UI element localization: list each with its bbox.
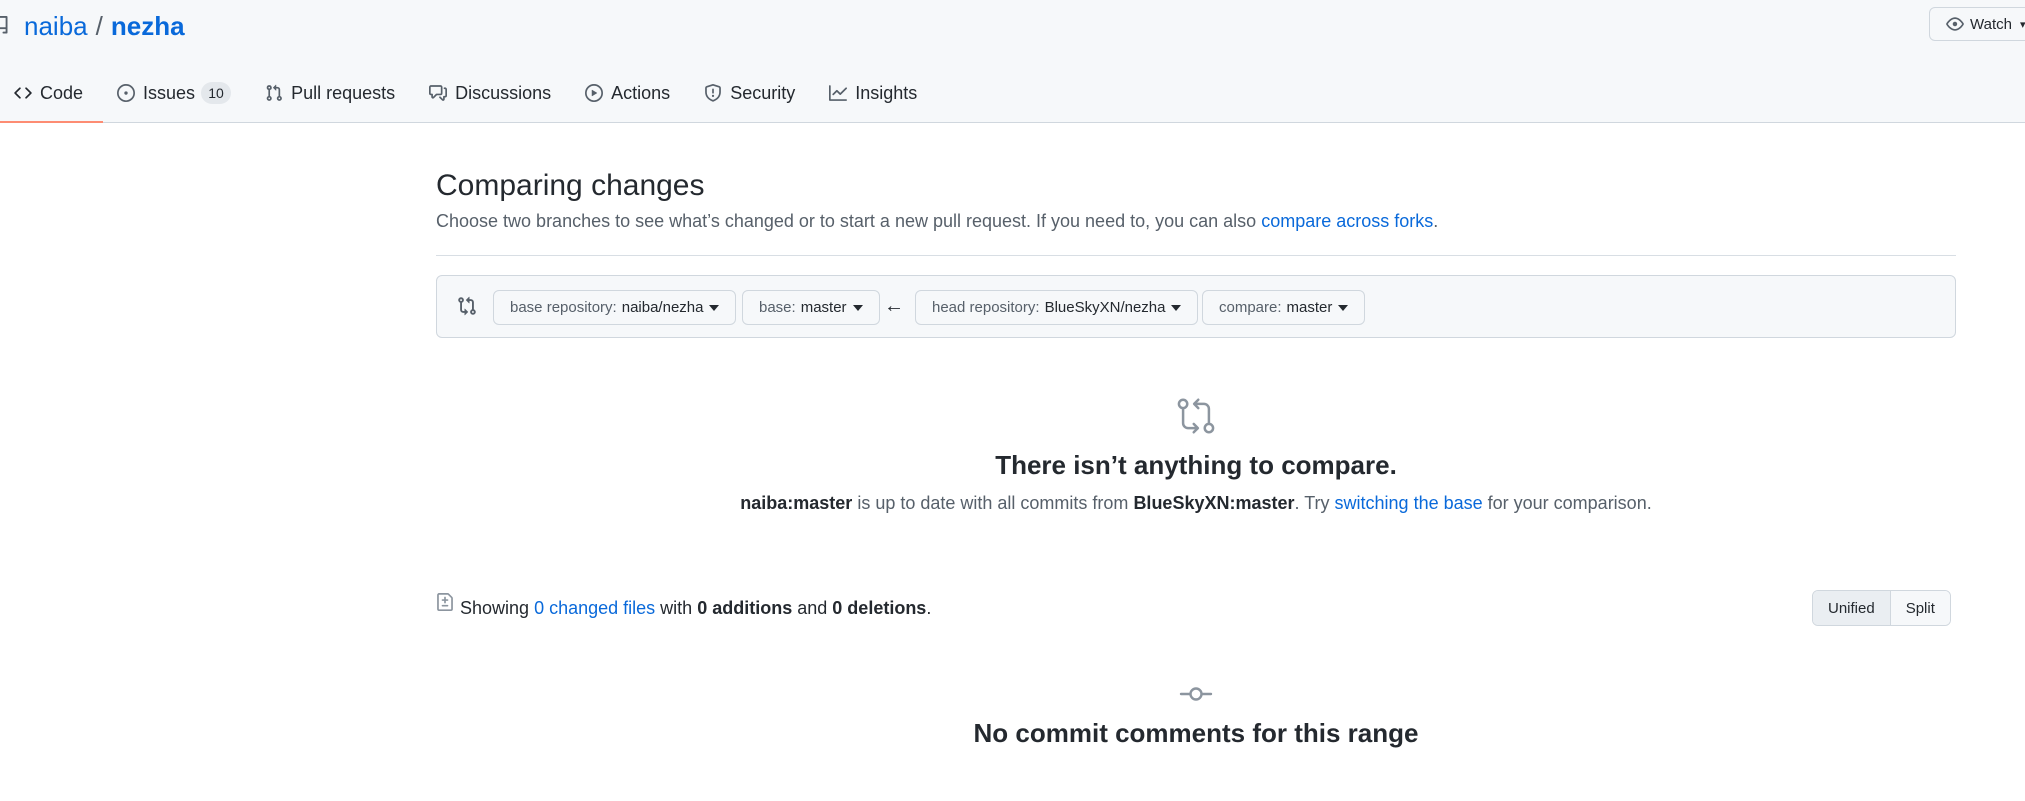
repo-title: naiba / nezha — [0, 10, 185, 42]
nothing-to-compare: There isn’t anything to compare. naiba:m… — [436, 396, 1956, 514]
divider — [436, 255, 1956, 256]
and-label: and — [797, 598, 828, 618]
watch-button[interactable]: Watch ▾ — [1929, 7, 2025, 41]
tab-security[interactable]: Security — [690, 72, 815, 114]
tab-insights[interactable]: Insights — [815, 72, 937, 114]
base-repository-select[interactable]: base repository: naiba/nezha — [493, 290, 737, 325]
shield-icon — [705, 84, 722, 102]
tab-pull-requests-label: Pull requests — [291, 82, 396, 103]
head-repository-label: head repository: — [932, 299, 1040, 316]
page-subtitle: Choose two branches to see what’s change… — [436, 211, 1438, 232]
repo-owner-link[interactable]: naiba — [24, 11, 88, 42]
play-icon — [585, 84, 604, 102]
graph-icon — [829, 85, 848, 101]
repo-nav-tabs: Code Issues 10 Pull requests Discussions… — [0, 72, 937, 123]
tab-discussions-label: Discussions — [455, 82, 552, 103]
base-repository-label: base repository: — [510, 299, 617, 316]
tab-discussions[interactable]: Discussions — [415, 72, 571, 114]
tab-insights-label: Insights — [855, 82, 918, 103]
caret-down-icon — [1338, 304, 1349, 311]
head-repository-value: BlueSkyXN/nezha — [1044, 299, 1166, 316]
commit-comments-blank: No commit comments for this range — [436, 684, 1956, 749]
diff-toc-bar: Showing 0 changed files with 0 additions… — [436, 590, 1956, 630]
git-compare-icon — [457, 296, 477, 321]
subtitle-text: Choose two branches to see what’s change… — [436, 211, 1257, 231]
tab-code[interactable]: Code — [0, 72, 104, 123]
with-label: with — [660, 598, 693, 618]
blank-text-try: . Try — [1294, 493, 1330, 513]
base-branch-label: base: — [759, 299, 796, 316]
diff-summary: Showing 0 changed files with 0 additions… — [460, 598, 931, 619]
git-commit-icon — [1179, 687, 1213, 701]
split-view-button[interactable]: Split — [1890, 591, 1950, 625]
arrow-left-icon: ← — [884, 295, 904, 317]
caret-down-icon — [709, 304, 720, 311]
git-compare-icon — [1177, 398, 1215, 434]
comment-discussion-icon — [429, 85, 448, 101]
compare-branch-select[interactable]: compare: master — [1202, 290, 1366, 325]
base-repository-value: naiba/nezha — [621, 299, 704, 316]
tab-pull-requests[interactable]: Pull requests — [251, 72, 415, 114]
tab-actions-label: Actions — [611, 82, 671, 103]
blank-slate-title: There isn’t anything to compare. — [995, 450, 1397, 480]
page-title: Comparing changes — [436, 169, 705, 202]
compare-across-forks-link[interactable]: compare across forks — [1261, 211, 1433, 231]
chevron-down-icon: ▾ — [2019, 18, 2025, 31]
subtitle-end: . — [1433, 211, 1439, 231]
issue-opened-icon — [117, 84, 136, 102]
code-icon — [14, 87, 32, 99]
repo-name-link[interactable]: nezha — [111, 11, 185, 42]
caret-down-icon — [1171, 304, 1182, 311]
deletions-count: 0 deletions — [832, 598, 927, 618]
watch-label: Watch — [1970, 15, 2012, 33]
compare-branch-value: master — [1286, 299, 1333, 316]
base-ref: naiba:master — [740, 493, 853, 513]
switching-the-base-link[interactable]: switching the base — [1335, 493, 1483, 513]
eye-icon — [1946, 17, 1964, 31]
blank-text-end: for your comparison. — [1487, 493, 1652, 513]
git-pull-request-icon — [266, 84, 282, 101]
head-repository-select[interactable]: head repository: BlueSkyXN/nezha — [915, 290, 1199, 325]
additions-count: 0 additions — [697, 598, 793, 618]
base-branch-value: master — [800, 299, 847, 316]
tab-issues-label: Issues — [143, 82, 196, 103]
tab-actions[interactable]: Actions — [571, 72, 690, 114]
tab-issues[interactable]: Issues 10 — [103, 72, 251, 114]
diff-view-toggle: Unified Split — [1812, 590, 1951, 626]
summary-period: . — [926, 598, 932, 618]
compare-branch-label: compare: — [1219, 299, 1282, 316]
unified-view-button[interactable]: Unified — [1813, 591, 1891, 625]
repo-separator: / — [95, 10, 103, 41]
head-ref: BlueSkyXN:master — [1133, 493, 1295, 513]
showing-label: Showing — [460, 598, 530, 618]
base-branch-select[interactable]: base: master — [742, 290, 880, 325]
file-diff-icon — [436, 592, 454, 617]
repo-icon — [0, 10, 10, 42]
range-editor: base repository: naiba/nezha base: maste… — [436, 275, 1956, 338]
tab-code-label: Code — [40, 82, 84, 103]
blank-text-mid: is up to date with all commits from — [857, 493, 1129, 513]
blank-slate-text: naiba:master is up to date with all comm… — [436, 493, 1956, 514]
repo-header: naiba / nezha Watch ▾ Code Issues 10 Pul… — [0, 0, 2025, 123]
no-commit-comments-title: No commit comments for this range — [973, 718, 1419, 748]
issues-counter: 10 — [201, 82, 232, 104]
changed-files-link[interactable]: 0 changed files — [534, 598, 655, 618]
tab-security-label: Security — [730, 82, 796, 103]
caret-down-icon — [852, 304, 863, 311]
